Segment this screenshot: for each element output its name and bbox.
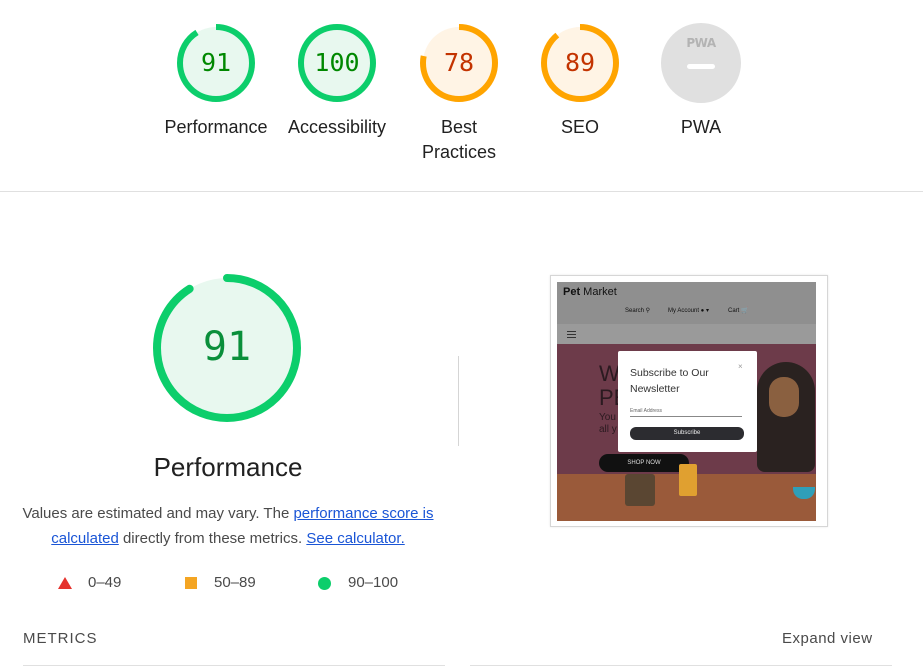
nav-cart: Cart 🛒 xyxy=(728,308,749,314)
nav-account: My Account ● ▾ xyxy=(668,308,709,314)
metrics-heading: METRICS xyxy=(23,630,98,647)
gauge-ring: 89 xyxy=(538,21,622,105)
performance-description: Values are estimated and may vary. The p… xyxy=(20,501,436,551)
close-icon: × xyxy=(738,362,743,371)
gauge-performance[interactable]: 91 Performance xyxy=(161,21,271,140)
score-legend: 0–49 50–89 90–100 xyxy=(0,573,460,593)
gauge-score: 78 xyxy=(443,48,475,77)
gauge-ring: PWA xyxy=(659,21,743,105)
brand-rest: Market xyxy=(580,286,617,298)
desc-prefix: Values are estimated and may vary. The xyxy=(22,505,294,522)
hero-subtext: You all y xyxy=(599,412,617,435)
triangle-icon xyxy=(58,577,72,589)
gauge-ring: 100 xyxy=(295,21,379,105)
email-field: Email Address xyxy=(630,407,742,417)
performance-gauge-large: 91 xyxy=(150,271,304,425)
gauge-score: 100 xyxy=(314,48,360,77)
gauge-label: PWA xyxy=(680,117,722,137)
gauge-label: SEO xyxy=(560,117,599,137)
gauge-label: Best Practices xyxy=(404,115,514,165)
gauge-label: Performance xyxy=(164,117,268,137)
hamburger-icon xyxy=(567,331,576,332)
final-screenshot[interactable]: Pet Market Search ⚲ My Account ● ▾ Cart … xyxy=(550,275,828,527)
performance-title: Performance xyxy=(153,452,303,482)
pwa-badge-icon: PWA xyxy=(659,21,743,105)
pwa-badge-text: PWA xyxy=(686,36,716,50)
metrics-divider-left xyxy=(23,665,445,666)
legend-range-fail: 0–49 xyxy=(88,574,122,591)
nav-search: Search ⚲ xyxy=(625,308,651,314)
food-bag xyxy=(625,474,655,506)
desc-middle: directly from these metrics. xyxy=(118,530,307,547)
gauge-accessibility[interactable]: 100 Accessibility xyxy=(282,21,392,140)
dog-face xyxy=(769,377,799,417)
expand-view-button[interactable]: Expand view xyxy=(782,630,873,647)
newsletter-popup: Subscribe to Our Newsletter × Email Addr… xyxy=(618,351,757,452)
performance-score: 91 xyxy=(202,324,252,370)
popup-title: Subscribe to Our Newsletter xyxy=(630,367,709,395)
gauge-pwa[interactable]: PWA PWA xyxy=(646,21,756,140)
shop-now-button: SHOP NOW xyxy=(599,454,689,472)
pwa-dash-icon xyxy=(687,64,715,69)
gauge-ring: 78 xyxy=(417,21,501,105)
gauge-label-line1: Best xyxy=(440,117,478,137)
gauge-best-practices[interactable]: 78 Best Practices xyxy=(404,21,514,165)
juice-glass xyxy=(679,464,697,496)
legend-range-pass: 90–100 xyxy=(348,574,399,591)
circle-icon xyxy=(318,577,331,590)
legend-range-average: 50–89 xyxy=(214,574,256,591)
category-summary: 91 Performance 100 Accessibility 78 Best… xyxy=(0,0,923,192)
site-brand: Pet Market xyxy=(563,286,617,298)
gauge-label-line2: Practices xyxy=(421,142,497,162)
screenshot-image: Pet Market Search ⚲ My Account ● ▾ Cart … xyxy=(557,282,816,521)
brand-bold: Pet xyxy=(563,286,581,298)
gauge-seo[interactable]: 89 SEO xyxy=(525,21,635,140)
see-calculator-link[interactable]: See calculator. xyxy=(306,530,404,547)
subscribe-button: Subscribe xyxy=(630,427,744,440)
square-icon xyxy=(185,577,197,589)
gauge-label: Accessibility xyxy=(287,117,387,137)
gauge-score: 89 xyxy=(564,48,596,77)
vertical-divider xyxy=(458,356,459,446)
metrics-divider-right xyxy=(470,665,892,666)
gauge-ring: 91 xyxy=(174,21,258,105)
menu-bar xyxy=(557,324,816,344)
gauge-score: 91 xyxy=(200,48,232,77)
